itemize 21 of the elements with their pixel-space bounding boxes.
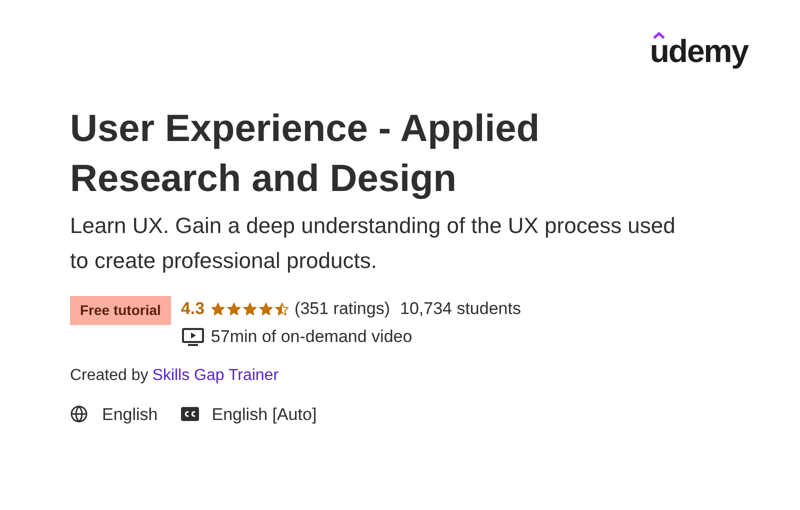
instructor-link[interactable]: Skills Gap Trainer [152,364,279,388]
star-icon [258,302,273,316]
captions-language: English [Auto] [212,404,317,426]
course-title: User Experience - Applied Research and Design [70,107,541,202]
video-duration: 57min of on-demand video [210,326,412,348]
free-tutorial-badge: Free tutorial [70,296,171,325]
star-icon [210,302,225,316]
created-by-label: Created by [70,366,148,386]
logo[interactable]: udemy [650,33,748,69]
course-subtitle: Learn UX. Gain a deep understanding of the UX process used to create professional products. [70,212,676,275]
students-count: 10,734 students [400,298,521,320]
video-icon [180,326,205,347]
star-icon [242,302,257,316]
globe-icon [70,405,88,424]
closed-captions-icon [180,406,200,422]
language: English [102,404,158,426]
ratings-count: (351 ratings) [294,298,390,320]
rating-value: 4.3 [180,298,205,320]
logo-caret-icon [652,32,665,39]
star-icon [274,302,289,316]
star-icon [226,302,241,316]
